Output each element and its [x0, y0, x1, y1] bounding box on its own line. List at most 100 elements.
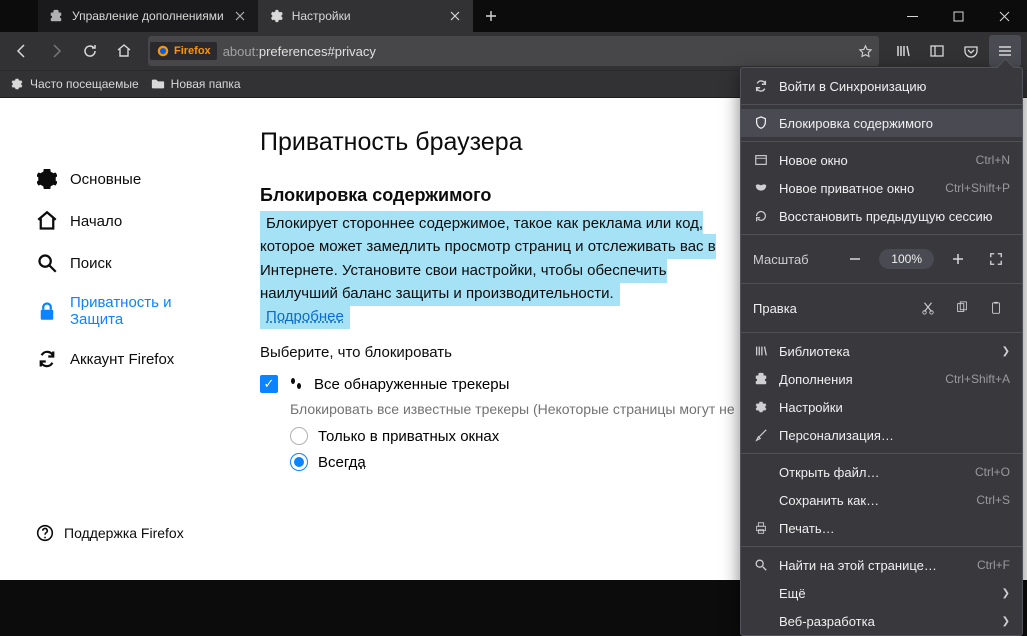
radio-icon — [290, 453, 308, 471]
brush-icon — [753, 427, 769, 443]
tab-label: Настройки — [292, 9, 439, 23]
chevron-right-icon: ❯ — [1002, 346, 1010, 357]
maximize-button[interactable] — [935, 0, 981, 32]
most-visited-bookmark[interactable]: Часто посещаемые — [10, 77, 139, 91]
preferences-sidebar: Основные Начало Поиск Приватность иЗащит… — [0, 98, 230, 580]
minimize-button[interactable] — [889, 0, 935, 32]
library-icon — [753, 343, 769, 359]
url-text: about:preferences#privacy — [223, 44, 376, 59]
identity-label: Firefox — [174, 45, 211, 57]
folder-icon — [151, 77, 165, 91]
bookmark-label: Новая папка — [171, 77, 241, 91]
cut-button[interactable] — [914, 294, 942, 322]
identity-box[interactable]: Firefox — [150, 42, 217, 60]
checkbox-icon: ✓ — [260, 375, 278, 393]
lock-icon — [36, 300, 58, 322]
menu-zoom-row: Масштаб 100% — [741, 239, 1022, 279]
window-controls — [889, 0, 1027, 32]
menu-item-content-blocking[interactable]: Блокировка содержимого — [741, 109, 1022, 137]
library-button[interactable] — [887, 35, 919, 67]
search-icon — [36, 252, 58, 274]
bookmark-label: Часто посещаемые — [30, 77, 139, 91]
tab-label: Управление дополнениями — [72, 9, 224, 23]
forward-button[interactable] — [40, 35, 72, 67]
close-window-button[interactable] — [981, 0, 1027, 32]
menu-item-save-as[interactable]: Сохранить как… Ctrl+S — [741, 486, 1022, 514]
reload-button[interactable] — [74, 35, 106, 67]
close-icon[interactable] — [447, 8, 463, 24]
shield-icon — [753, 115, 769, 131]
sync-icon — [753, 78, 769, 94]
search-icon — [753, 557, 769, 573]
sidebar-item-privacy[interactable]: Приватность иЗащита — [30, 284, 220, 338]
fullscreen-button[interactable] — [982, 245, 1010, 273]
print-icon — [753, 520, 769, 536]
sidebar-item-label: Начало — [70, 213, 122, 230]
mask-icon — [753, 180, 769, 196]
pocket-button[interactable] — [955, 35, 987, 67]
sidebar-item-support[interactable]: Поддержка Firefox — [30, 516, 220, 550]
menu-item-customize[interactable]: Персонализация… — [741, 421, 1022, 449]
gear-icon — [10, 77, 24, 91]
zoom-out-button[interactable] — [841, 245, 869, 273]
copy-button[interactable] — [948, 294, 976, 322]
paste-button[interactable] — [982, 294, 1010, 322]
radio-icon — [290, 427, 308, 445]
new-folder-bookmark[interactable]: Новая папка — [151, 77, 241, 91]
menu-item-more[interactable]: Ещё ❯ — [741, 579, 1022, 607]
menu-item-settings[interactable]: Настройки — [741, 393, 1022, 421]
gear-icon — [36, 168, 58, 190]
sidebar-item-label: Аккаунт Firefox — [70, 351, 174, 368]
chevron-right-icon: ❯ — [1002, 588, 1010, 599]
chevron-right-icon: ❯ — [1002, 616, 1010, 627]
menu-item-new-window[interactable]: Новое окно Ctrl+N — [741, 146, 1022, 174]
new-tab-button[interactable] — [473, 0, 509, 32]
firefox-icon — [156, 44, 170, 58]
sidebar-item-account[interactable]: Аккаунт Firefox — [30, 338, 220, 380]
restore-icon — [753, 208, 769, 224]
zoom-reset-button[interactable]: 100% — [879, 249, 934, 269]
menu-item-addons[interactable]: Дополнения Ctrl+Shift+A — [741, 365, 1022, 393]
sidebar-item-label: Приватность иЗащита — [70, 294, 172, 328]
menu-item-new-private-window[interactable]: Новое приватное окно Ctrl+Shift+P — [741, 174, 1022, 202]
home-icon — [36, 210, 58, 232]
sidebar-item-general[interactable]: Основные — [30, 158, 220, 200]
menu-item-print[interactable]: Печать… — [741, 514, 1022, 542]
app-menu-panel: Войти в Синхронизацию Блокировка содержи… — [740, 67, 1023, 636]
sidebar-item-label: Поддержка Firefox — [64, 525, 184, 541]
gear-icon — [268, 8, 284, 24]
nav-toolbar: Firefox about:preferences#privacy — [0, 32, 1027, 70]
sidebar-item-home[interactable]: Начало — [30, 200, 220, 242]
menu-item-library[interactable]: Библиотека ❯ — [741, 337, 1022, 365]
help-icon — [36, 524, 54, 542]
radio-label: Всегда — [318, 454, 366, 471]
menu-item-open-file[interactable]: Открыть файл… Ctrl+O — [741, 458, 1022, 486]
menu-item-find[interactable]: Найти на этой странице… Ctrl+F — [741, 551, 1022, 579]
radio-label: Только в приватных окнах — [318, 428, 499, 445]
section-description: Блокирует стороннее содержимое, такое ка… — [260, 212, 730, 328]
window-icon — [753, 152, 769, 168]
tab-addons[interactable]: Управление дополнениями — [38, 0, 258, 32]
menu-item-signin[interactable]: Войти в Синхронизацию — [741, 72, 1022, 100]
sidebar-item-label: Основные — [70, 171, 141, 188]
sidebar-item-search[interactable]: Поиск — [30, 242, 220, 284]
home-button[interactable] — [108, 35, 140, 67]
footsteps-icon — [288, 376, 304, 392]
sidebar-button[interactable] — [921, 35, 953, 67]
titlebar: Управление дополнениями Настройки — [0, 0, 1027, 32]
checkbox-label: Все обнаруженные трекеры — [314, 376, 509, 393]
url-bar[interactable]: Firefox about:preferences#privacy — [148, 36, 879, 66]
puzzle-icon — [753, 371, 769, 387]
sync-icon — [36, 348, 58, 370]
close-icon[interactable] — [232, 8, 248, 24]
menu-item-webdev[interactable]: Веб-разработка ❯ — [741, 607, 1022, 635]
back-button[interactable] — [6, 35, 38, 67]
menu-item-restore-session[interactable]: Восстановить предыдущую сессию — [741, 202, 1022, 230]
bookmark-star-icon[interactable] — [858, 44, 873, 59]
menu-edit-row: Правка — [741, 288, 1022, 328]
gear-icon — [753, 399, 769, 415]
tab-settings[interactable]: Настройки — [258, 0, 473, 32]
learn-more-link[interactable]: Подробнее — [260, 304, 350, 329]
puzzle-icon — [48, 8, 64, 24]
zoom-in-button[interactable] — [944, 245, 972, 273]
